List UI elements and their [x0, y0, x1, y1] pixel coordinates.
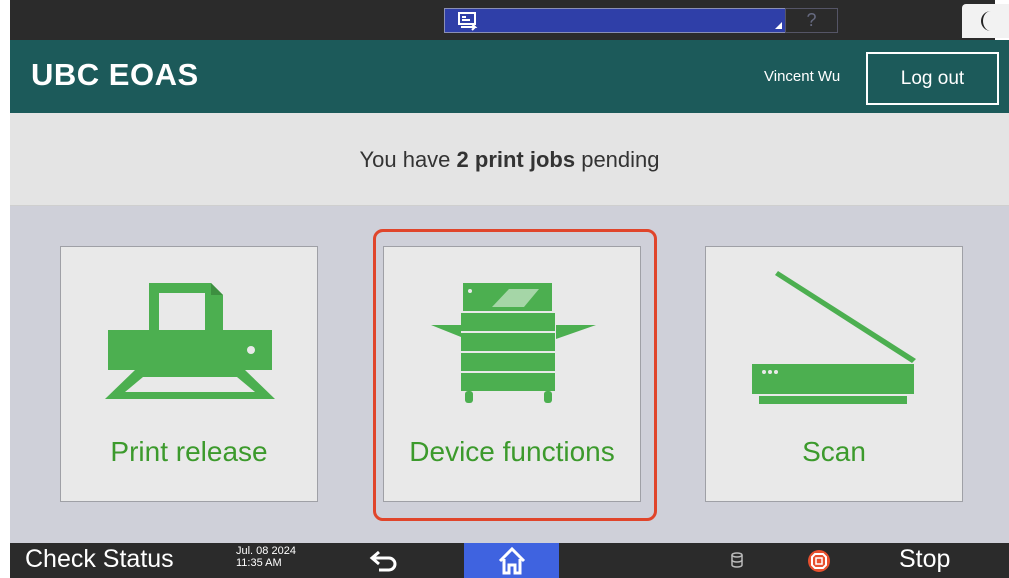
- expand-corner-icon: [775, 22, 782, 29]
- bottom-bar: Check Status Jul. 08 2024 11:35 AM Stop: [10, 543, 1009, 578]
- back-button[interactable]: [355, 543, 415, 578]
- question-mark-icon: ?: [806, 10, 817, 30]
- printer-icon: [105, 283, 275, 399]
- print-release-tile[interactable]: Print release: [60, 246, 318, 502]
- moon-icon: [981, 11, 991, 31]
- user-name: Vincent Wu: [764, 68, 841, 85]
- network-status-button[interactable]: [444, 8, 786, 33]
- message-suffix: pending: [575, 147, 660, 172]
- system-bar: ?: [0, 0, 1009, 40]
- pending-jobs-message: You have 2 print jobs pending: [10, 147, 1009, 173]
- network-icon: [458, 12, 478, 31]
- print-release-label: Print release: [110, 436, 268, 467]
- date-text: Jul. 08 2024: [236, 545, 296, 557]
- brand-title: UBC EOAS: [31, 57, 199, 92]
- scan-label: Scan: [802, 436, 866, 467]
- data-storage-icon: [731, 552, 743, 568]
- energy-saver-button[interactable]: [962, 4, 1009, 38]
- time-text: 11:35 AM: [236, 557, 282, 569]
- logout-button[interactable]: Log out: [866, 52, 999, 105]
- pending-jobs-banner: You have 2 print jobs pending: [10, 113, 1009, 206]
- home-icon: [498, 546, 526, 575]
- scanner-icon: [752, 271, 916, 404]
- help-button[interactable]: ?: [785, 8, 838, 33]
- scan-tile[interactable]: Scan: [705, 246, 963, 502]
- message-prefix: You have: [359, 147, 457, 172]
- back-arrow-icon: [369, 550, 397, 572]
- selection-highlight: [373, 229, 657, 521]
- home-button[interactable]: [464, 543, 559, 578]
- function-tiles: Print release Device functions Scan: [10, 206, 1009, 543]
- app-header: UBC EOAS Vincent Wu Log out: [10, 40, 1009, 113]
- stop-button[interactable]: Stop: [899, 545, 950, 574]
- date-time-display: Jul. 08 2024 11:35 AM: [236, 545, 296, 569]
- job-count: 2 print jobs: [456, 147, 576, 172]
- stop-icon[interactable]: [807, 549, 831, 573]
- check-status-button[interactable]: Check Status: [25, 545, 174, 574]
